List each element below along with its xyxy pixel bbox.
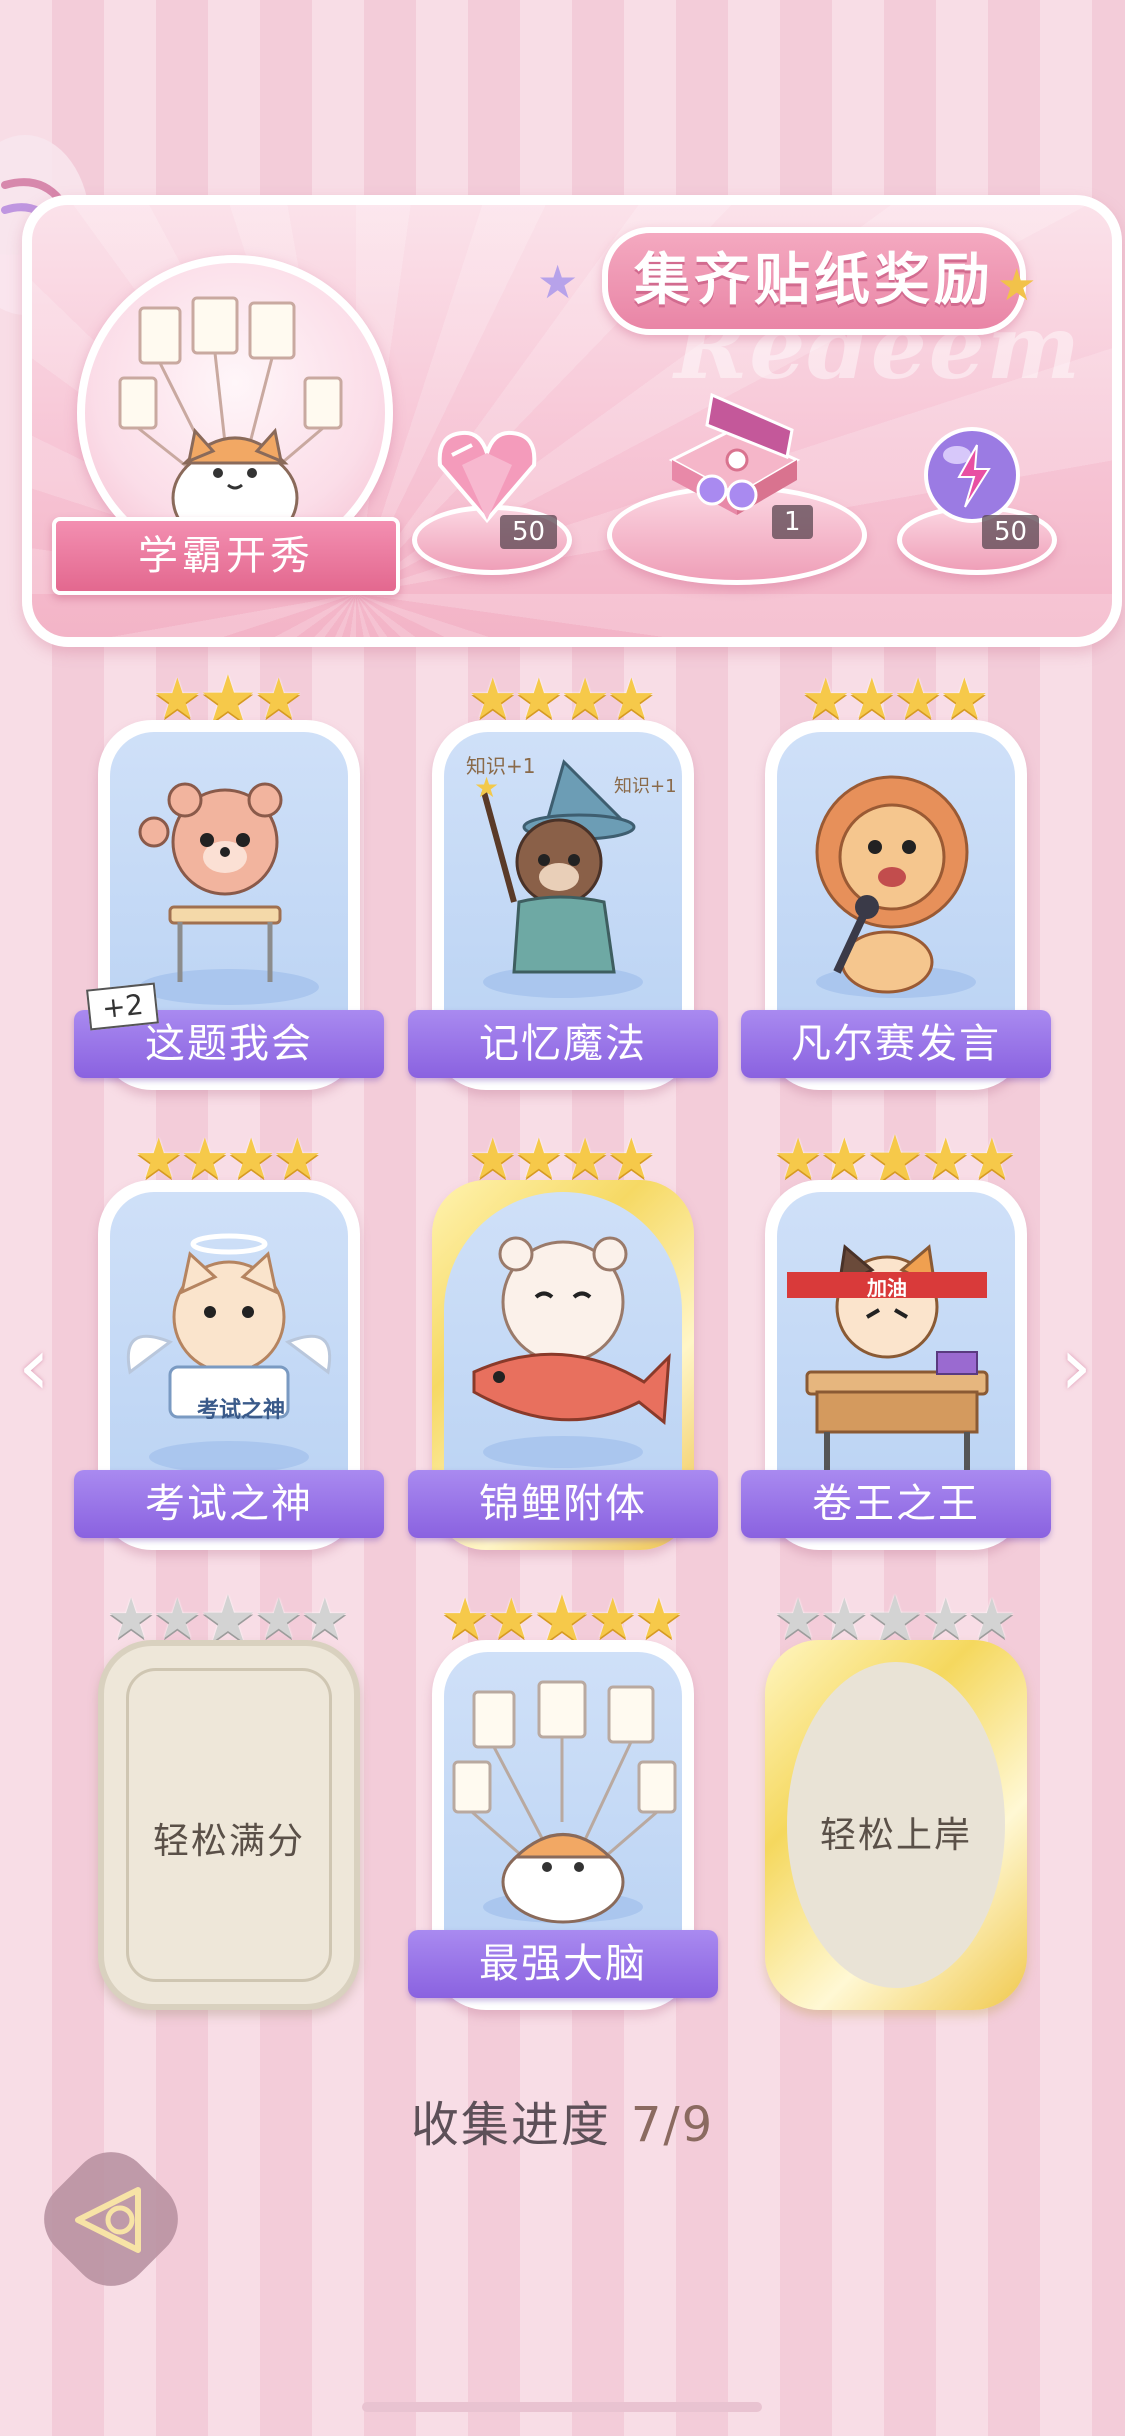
card-label: 锦鲤附体 (408, 1470, 718, 1538)
sticker-card[interactable]: 锦鲤附体 (408, 1180, 718, 1550)
chevron-left-icon[interactable]: ‹ (18, 1320, 50, 1413)
back-arrow-icon (68, 2180, 158, 2264)
banner-title: 集齐贴纸奖励 (602, 227, 1026, 335)
card-label: 轻松上岸 (819, 1815, 972, 1856)
locked-card[interactable]: 轻松满分 (98, 1640, 360, 2010)
reward-count: 50 (982, 515, 1040, 549)
pink-diamond-icon[interactable] (432, 425, 542, 529)
sticker-card[interactable]: 加油 卷王之王 (741, 1180, 1051, 1550)
collection-progress: 收集进度 7/9 (0, 2085, 1125, 2155)
card-label: 最强大脑 (408, 1930, 718, 1998)
card-label: 考试之神 (74, 1470, 384, 1538)
home-indicator[interactable] (362, 2402, 762, 2412)
reward-count: 50 (500, 515, 558, 549)
count-badge: +2 (86, 982, 160, 1031)
medal-label: 学霸开秀 (52, 517, 400, 595)
star-decoration-icon: ★ (537, 255, 579, 309)
progress-value: 7/9 (630, 2097, 715, 2153)
decor-text: 知识+1 (466, 754, 536, 778)
card-label: 记忆魔法 (408, 1010, 718, 1078)
card-label: 凡尔赛发言 (741, 1010, 1051, 1078)
reward-banner: Redeem ★ 集齐贴纸奖励 ★ 学霸开秀 50 1 50 (22, 195, 1122, 647)
decor-text: 知识+1 (614, 776, 677, 797)
sticker-card[interactable]: 凡尔赛发言 (741, 720, 1051, 1090)
progress-label: 收集进度 (410, 2097, 611, 2153)
card-label: 卷王之王 (741, 1470, 1051, 1538)
reward-count: 1 (772, 505, 813, 539)
locked-card[interactable]: 轻松上岸 (765, 1640, 1027, 2010)
sticker-card[interactable]: 考试之神 考试之神 (74, 1180, 384, 1550)
chevron-right-icon[interactable]: › (1060, 1320, 1092, 1413)
sticker-card[interactable]: 最强大脑 (408, 1640, 718, 2010)
star-decoration-icon: ★ (997, 260, 1037, 311)
sticker-card[interactable]: 这题我会 (74, 720, 384, 1090)
card-sign-text: 考试之神 (196, 1398, 285, 1423)
sticker-card[interactable]: 知识+1 知识+1 ★ 记忆魔法 (408, 720, 718, 1090)
card-label: 轻松满分 (152, 1821, 305, 1862)
headband-text: 加油 (867, 1276, 907, 1300)
